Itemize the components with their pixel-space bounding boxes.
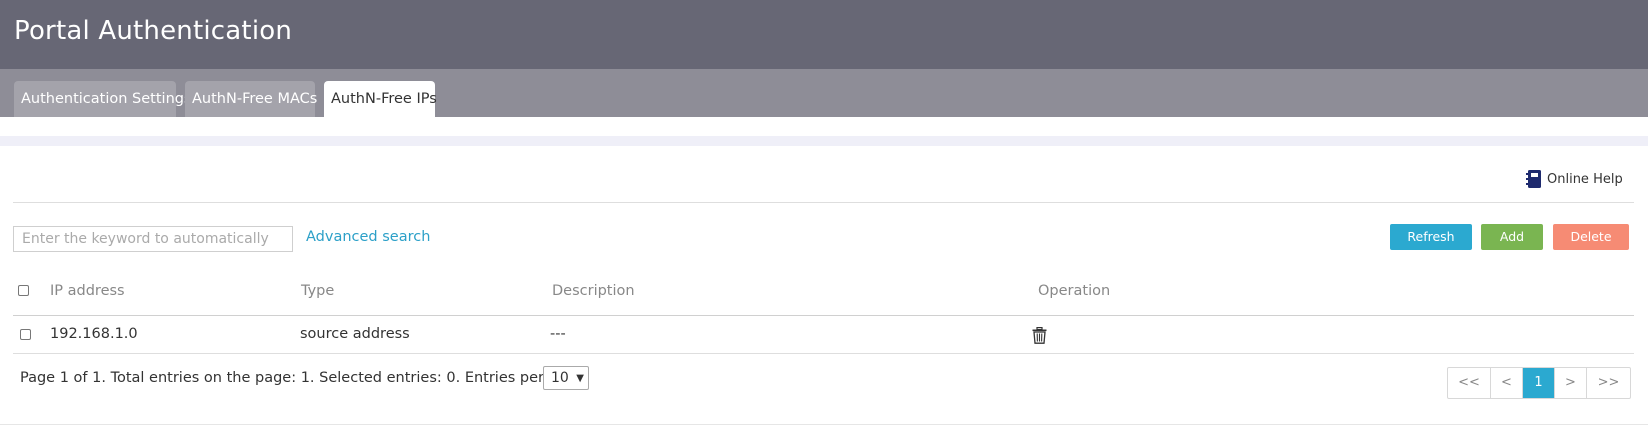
advanced-search-link[interactable]: Advanced search: [306, 229, 430, 245]
row-checkbox[interactable]: [20, 329, 31, 340]
tab-bar: Authentication Settings AuthN-Free MACs …: [0, 69, 1648, 117]
column-header-type: Type: [301, 283, 335, 299]
last-page-button[interactable]: >>: [1586, 368, 1630, 398]
cell-ip-address: 192.168.1.0: [50, 326, 138, 342]
online-help-label: Online Help: [1547, 171, 1623, 187]
table-header-divider: [13, 315, 1634, 316]
table-row-divider: [13, 353, 1634, 354]
chevron-down-icon: ▼: [576, 372, 584, 384]
entries-per-page-select[interactable]: 10 ▼: [543, 366, 589, 390]
divider-band: [0, 136, 1648, 146]
trash-icon[interactable]: [1032, 327, 1047, 344]
search-input[interactable]: [13, 226, 293, 252]
page-header: Portal Authentication: [0, 0, 1648, 69]
column-header-operation: Operation: [1038, 283, 1111, 299]
pagination: << < 1 > >>: [1447, 367, 1631, 399]
tab-authentication-settings[interactable]: Authentication Settings: [14, 81, 192, 117]
refresh-button[interactable]: Refresh: [1390, 224, 1472, 250]
online-help-link[interactable]: Online Help: [1525, 168, 1623, 190]
cell-type: source address: [300, 326, 410, 342]
delete-button[interactable]: Delete: [1553, 224, 1629, 250]
previous-page-button[interactable]: <: [1490, 368, 1522, 398]
add-button[interactable]: Add: [1481, 224, 1543, 250]
tab-authn-free-ips[interactable]: AuthN-Free IPs: [324, 81, 437, 117]
column-header-ip-address: IP address: [50, 283, 125, 299]
pagination-summary: Page 1 of 1. Total entries on the page: …: [20, 370, 590, 386]
book-icon: [1526, 170, 1541, 188]
column-header-description: Description: [552, 283, 635, 299]
entries-per-page-value: 10: [551, 370, 569, 386]
next-page-button[interactable]: >: [1554, 368, 1586, 398]
page-title: Portal Authentication: [14, 16, 293, 46]
page-number-button[interactable]: 1: [1522, 368, 1554, 398]
first-page-button[interactable]: <<: [1448, 368, 1490, 398]
cell-description: ---: [550, 326, 566, 342]
toolbar-divider: [13, 202, 1634, 203]
tab-authn-free-macs[interactable]: AuthN-Free MACs: [185, 81, 317, 117]
select-all-checkbox[interactable]: [18, 285, 29, 296]
